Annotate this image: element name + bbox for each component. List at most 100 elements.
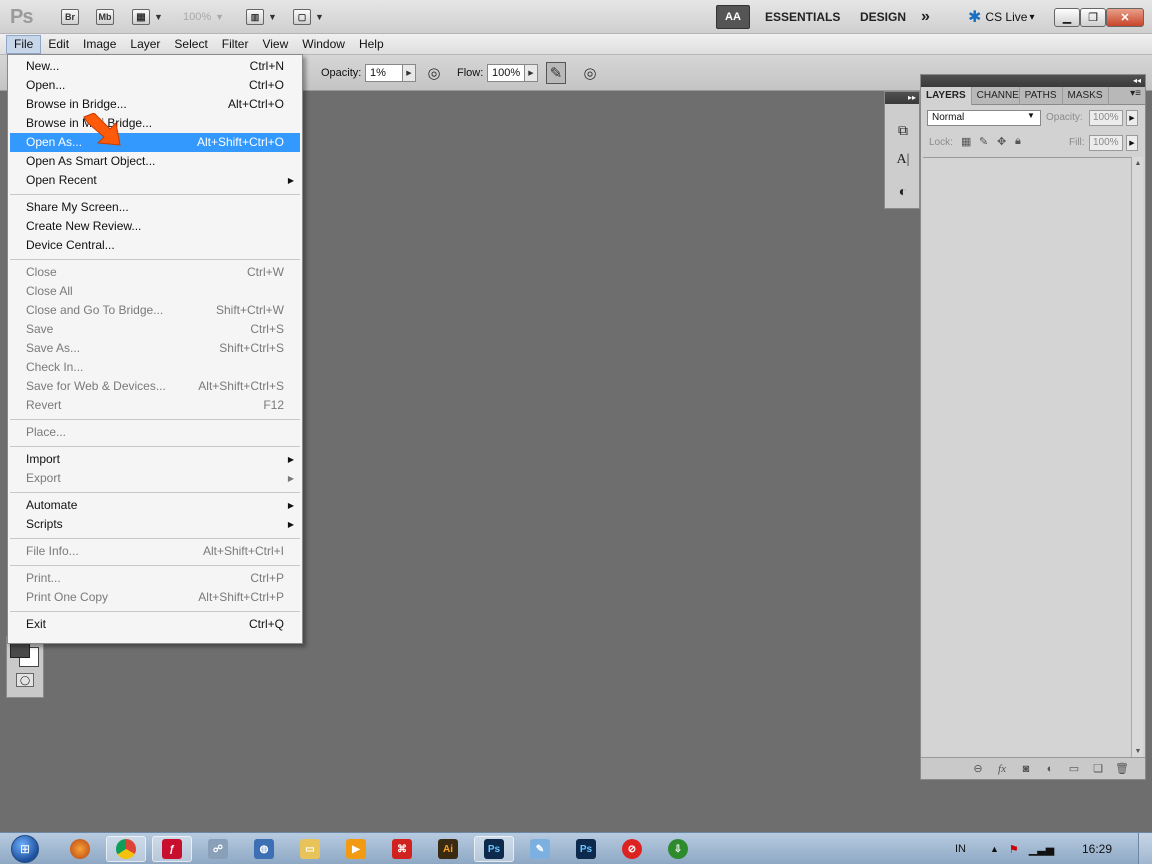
close-button[interactable]: ✕ — [1106, 8, 1144, 27]
media-player-taskbar-button[interactable]: ▶ — [336, 836, 376, 862]
workspace-design-button[interactable]: DESIGN — [860, 0, 906, 34]
photoshop-alt-taskbar-button[interactable]: Ps — [566, 836, 606, 862]
clock[interactable]: 16:29 — [1082, 842, 1112, 856]
airbrush-icon[interactable]: ✎ — [546, 62, 566, 84]
menu-edit[interactable]: Edit — [41, 35, 76, 54]
menu-help[interactable]: Help — [352, 35, 391, 54]
extras-menu-button[interactable]: ▦ ▼ — [132, 0, 163, 34]
quick-mask-icon[interactable]: ◯ — [16, 673, 34, 687]
control-panel-taskbar-button[interactable]: ◍ — [244, 836, 284, 862]
tab-channels[interactable]: CHANNELS — [972, 87, 1020, 105]
new-group-icon[interactable]: ▭ — [1067, 762, 1081, 775]
show-desktop-button[interactable] — [1138, 833, 1152, 864]
scroll-up-icon[interactable]: ▲ — [1132, 157, 1144, 169]
tab-masks[interactable]: MASKS — [1063, 87, 1109, 105]
chrome-taskbar-button[interactable] — [106, 836, 146, 862]
menu-item-device-central[interactable]: Device Central... — [8, 236, 302, 255]
menu-item-open-recent[interactable]: Open Recent ▶ — [8, 171, 302, 190]
blocker-taskbar-button[interactable]: ⊘ — [612, 836, 652, 862]
flow-slider-button[interactable]: ▶ — [524, 64, 538, 82]
screen-mode-button[interactable]: ▢ ▼ — [293, 0, 324, 34]
paint-taskbar-button[interactable]: ✎ — [520, 836, 560, 862]
menu-item-share-my-screen[interactable]: Share My Screen... — [8, 198, 302, 217]
layer-opacity-input[interactable]: 100% — [1089, 110, 1123, 126]
menu-item-open[interactable]: Open... Ctrl+O — [8, 76, 302, 95]
tablet-pressure-size-icon[interactable]: ◎ — [580, 62, 600, 84]
character-panel-icon[interactable]: A| — [893, 150, 913, 170]
minimize-button[interactable]: ▁ — [1054, 8, 1080, 27]
fill-input[interactable]: 100% — [1089, 135, 1123, 151]
photoshop-taskbar-button[interactable]: Ps — [474, 836, 514, 862]
collapse-panel-icon[interactable]: ◂◂ — [921, 75, 1145, 87]
expand-panels-icon[interactable]: ▸▸ — [885, 92, 919, 104]
opacity-input[interactable]: 1% — [365, 64, 403, 82]
panel-menu-icon[interactable]: ▾≡ — [1130, 88, 1141, 99]
lock-all-icon[interactable]: 🔒︎ — [1015, 135, 1021, 148]
tab-paths[interactable]: PATHS — [1020, 87, 1063, 105]
lock-position-icon[interactable]: ✥ — [997, 135, 1006, 148]
download-manager-taskbar-button[interactable]: ⇩ — [658, 836, 698, 862]
history-panel-icon[interactable]: ⧉ — [893, 120, 913, 140]
add-mask-icon[interactable]: ◙ — [1019, 763, 1033, 775]
menu-item-new[interactable]: New... Ctrl+N — [8, 57, 302, 76]
show-hidden-icons-icon[interactable]: ▲ — [990, 844, 999, 854]
menu-item-automate[interactable]: Automate ▶ — [8, 496, 302, 515]
zoom-level-select[interactable]: 100% ▼ — [183, 0, 224, 34]
scroll-down-icon[interactable]: ▼ — [1132, 745, 1144, 757]
lock-transparency-icon[interactable]: ▦ — [961, 135, 971, 148]
layer-style-icon[interactable]: fx — [995, 763, 1009, 775]
menu-item-open-as-smart-object[interactable]: Open As Smart Object... — [8, 152, 302, 171]
menu-item-browse-in-mini-bridge[interactable]: Browse in Mini Bridge... — [8, 114, 302, 133]
menu-image[interactable]: Image — [76, 35, 123, 54]
network-taskbar-button[interactable]: ☍ — [198, 836, 238, 862]
blend-mode-select[interactable]: Normal — [927, 110, 1041, 126]
cs-live-button[interactable]: ✱ CS Live ▾ — [968, 0, 1034, 34]
opacity-slider-button[interactable]: ▶ — [402, 64, 416, 82]
tablet-pressure-opacity-icon[interactable]: ◎ — [424, 62, 444, 84]
menu-layer[interactable]: Layer — [123, 35, 167, 54]
tab-layers[interactable]: LAYERS — [921, 87, 972, 105]
bridge-launch-button[interactable]: Br — [61, 0, 79, 34]
menu-item-shortcut: Ctrl+Q — [248, 617, 284, 631]
menu-item-scripts[interactable]: Scripts ▶ — [8, 515, 302, 534]
lock-image-icon[interactable]: ✎ — [979, 135, 988, 148]
menu-item-label: Scripts — [26, 517, 63, 531]
menu-item-exit[interactable]: Exit Ctrl+Q — [8, 615, 302, 634]
pdf-taskbar-button[interactable]: ⌘ — [382, 836, 422, 862]
arrange-documents-button[interactable]: ▥ ▼ — [246, 0, 277, 34]
mini-bridge-launch-button[interactable]: Mb — [96, 0, 114, 34]
flash-taskbar-button[interactable]: ƒ — [152, 836, 192, 862]
menu-file[interactable]: File — [6, 34, 42, 54]
chevron-right-icon: ▶ — [406, 70, 412, 77]
delete-layer-icon[interactable]: 🗑︎ — [1115, 762, 1129, 775]
menu-select[interactable]: Select — [167, 35, 214, 54]
flag-icon[interactable]: ⚑ — [1009, 843, 1019, 856]
restore-button[interactable]: ❐ — [1080, 8, 1106, 27]
menu-item-shortcut: Ctrl+N — [249, 59, 284, 73]
flow-input[interactable]: 100% — [487, 64, 525, 82]
new-layer-icon[interactable]: ❏ — [1091, 762, 1105, 775]
menu-window[interactable]: Window — [295, 35, 352, 54]
photoshop-icon: Ps — [576, 839, 596, 859]
menu-item-import[interactable]: Import ▶ — [8, 450, 302, 469]
menu-item-browse-in-bridge[interactable]: Browse in Bridge... Alt+Ctrl+O — [8, 95, 302, 114]
layers-scrollbar[interactable]: ▲ ▼ — [1131, 157, 1143, 757]
firefox-taskbar-button[interactable] — [60, 836, 100, 862]
illustrator-taskbar-button[interactable]: Ai — [428, 836, 468, 862]
more-workspaces-icon[interactable]: » — [921, 0, 930, 34]
fill-slider-button[interactable]: ▶ — [1126, 135, 1138, 151]
workspace-current-button[interactable]: AA — [716, 5, 750, 29]
menu-item-open-as[interactable]: Open As... Alt+Shift+Ctrl+O — [10, 133, 300, 152]
layer-opacity-slider-button[interactable]: ▶ — [1126, 110, 1138, 126]
adjustment-layer-icon[interactable]: ◐ — [1043, 763, 1057, 775]
workspace-essentials-button[interactable]: ESSENTIALS — [765, 0, 840, 34]
language-indicator[interactable]: IN — [955, 843, 966, 855]
adjustments-panel-icon[interactable]: ◐ — [893, 181, 913, 201]
link-layers-icon[interactable]: ⊖ — [971, 762, 985, 775]
network-signal-icon[interactable]: ▁▃▅ — [1029, 843, 1054, 856]
start-button[interactable]: ⊞ — [4, 833, 46, 864]
explorer-taskbar-button[interactable]: ▭ — [290, 836, 330, 862]
menu-item-create-new-review[interactable]: Create New Review... — [8, 217, 302, 236]
menu-filter[interactable]: Filter — [215, 35, 256, 54]
menu-view[interactable]: View — [255, 35, 295, 54]
